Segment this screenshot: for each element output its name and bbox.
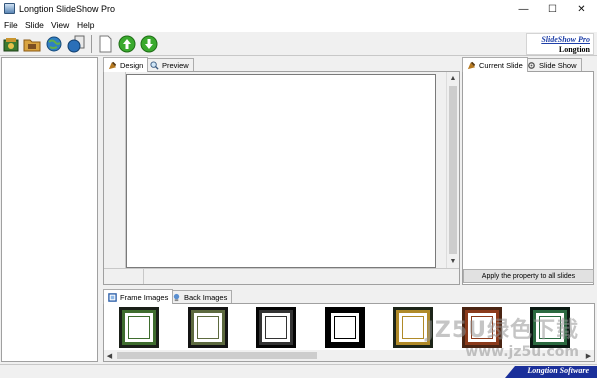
frame-thumbnail-3[interactable] bbox=[256, 307, 296, 348]
tab-frame-images[interactable]: Frame Images bbox=[103, 289, 174, 304]
horizontal-scrollbar[interactable]: ◀ ▶ bbox=[104, 350, 594, 361]
open-folder-icon[interactable] bbox=[23, 35, 41, 53]
tab-back-images-label: Back Images bbox=[184, 293, 228, 302]
product-logo: SlideShow Pro Longtion bbox=[526, 33, 594, 55]
left-ruler bbox=[104, 72, 126, 268]
frame-inner bbox=[334, 316, 356, 339]
minimize-button[interactable]: — bbox=[509, 0, 538, 19]
design-footer bbox=[104, 268, 459, 284]
slide-list-panel[interactable] bbox=[1, 57, 98, 362]
frame-thumbnail-4[interactable] bbox=[325, 307, 365, 348]
app-icon bbox=[4, 3, 15, 14]
frame-inner bbox=[128, 316, 150, 339]
menu-bar: File Slide View Help bbox=[0, 19, 597, 32]
design-area: ▲ ▼ bbox=[103, 71, 460, 285]
menu-view[interactable]: View bbox=[51, 20, 69, 30]
toolbar: SlideShow Pro Longtion bbox=[0, 32, 597, 56]
scroll-down-icon[interactable]: ▼ bbox=[447, 255, 459, 267]
menu-file[interactable]: File bbox=[4, 20, 18, 30]
frame-thumbnail-1[interactable] bbox=[119, 307, 159, 348]
tab-slide-show-label: Slide Show bbox=[539, 61, 577, 70]
tab-slide-show[interactable]: Slide Show bbox=[522, 58, 582, 72]
frame-gallery: ◀ ▶ bbox=[103, 303, 595, 362]
slide-icon bbox=[467, 61, 476, 69]
frame-inner bbox=[402, 316, 424, 339]
globe-export-icon[interactable] bbox=[45, 35, 63, 53]
frame-inner bbox=[265, 316, 287, 339]
scroll-right-icon[interactable]: ▶ bbox=[583, 350, 594, 361]
horizontal-scroll-thumb[interactable] bbox=[117, 352, 317, 359]
tab-design[interactable]: Design bbox=[103, 57, 149, 72]
logo-product-name: SlideShow Pro bbox=[541, 35, 590, 44]
frame-inner bbox=[539, 316, 561, 339]
move-up-icon[interactable] bbox=[118, 35, 136, 53]
vertical-scroll-thumb[interactable] bbox=[449, 86, 457, 254]
magnifier-icon bbox=[150, 61, 159, 70]
brand-text: Longtion Software bbox=[527, 366, 589, 375]
status-bar: Longtion Software bbox=[0, 364, 597, 378]
frame-thumbnail-2[interactable] bbox=[188, 307, 228, 348]
title-bar: Longtion SlideShow Pro — ☐ ✕ bbox=[0, 0, 597, 19]
maximize-button[interactable]: ☐ bbox=[538, 0, 567, 19]
tab-preview[interactable]: Preview bbox=[145, 58, 194, 72]
menu-help[interactable]: Help bbox=[77, 20, 94, 30]
slide-properties-panel[interactable] bbox=[462, 71, 594, 285]
publish-icon[interactable] bbox=[67, 35, 85, 53]
new-project-icon[interactable] bbox=[2, 35, 20, 53]
vertical-scrollbar[interactable]: ▲ ▼ bbox=[446, 72, 459, 268]
tab-current-slide[interactable]: Current Slide bbox=[462, 57, 528, 72]
frame-inner bbox=[471, 316, 493, 339]
frame-thumbnail-7[interactable] bbox=[530, 307, 570, 348]
logo-vendor-name: Longtion bbox=[558, 45, 590, 54]
settings-icon bbox=[528, 62, 535, 69]
tab-preview-label: Preview bbox=[162, 61, 189, 70]
apply-all-slides-button[interactable]: Apply the property to all slides bbox=[463, 269, 594, 283]
tab-current-slide-label: Current Slide bbox=[479, 60, 523, 70]
close-button[interactable]: ✕ bbox=[567, 0, 596, 19]
frame-icon bbox=[108, 292, 117, 302]
menu-slide[interactable]: Slide bbox=[25, 20, 44, 30]
move-down-icon[interactable] bbox=[140, 35, 158, 53]
scroll-up-icon[interactable]: ▲ bbox=[447, 72, 459, 84]
window-title: Longtion SlideShow Pro bbox=[19, 4, 116, 14]
scroll-left-icon[interactable]: ◀ bbox=[104, 350, 115, 361]
slide-canvas[interactable] bbox=[126, 74, 436, 268]
footer-cell bbox=[104, 269, 144, 284]
frame-inner bbox=[197, 316, 219, 339]
tab-back-images[interactable]: Back Images bbox=[167, 290, 233, 304]
tab-design-label: Design bbox=[120, 60, 144, 70]
toolbar-separator bbox=[91, 35, 92, 53]
design-icon bbox=[108, 61, 117, 69]
frame-thumbnail-6[interactable] bbox=[462, 307, 502, 348]
tab-frame-images-label: Frame Images bbox=[120, 292, 169, 302]
blank-slide-icon[interactable] bbox=[96, 35, 114, 53]
frame-thumbnail-5[interactable] bbox=[393, 307, 433, 348]
